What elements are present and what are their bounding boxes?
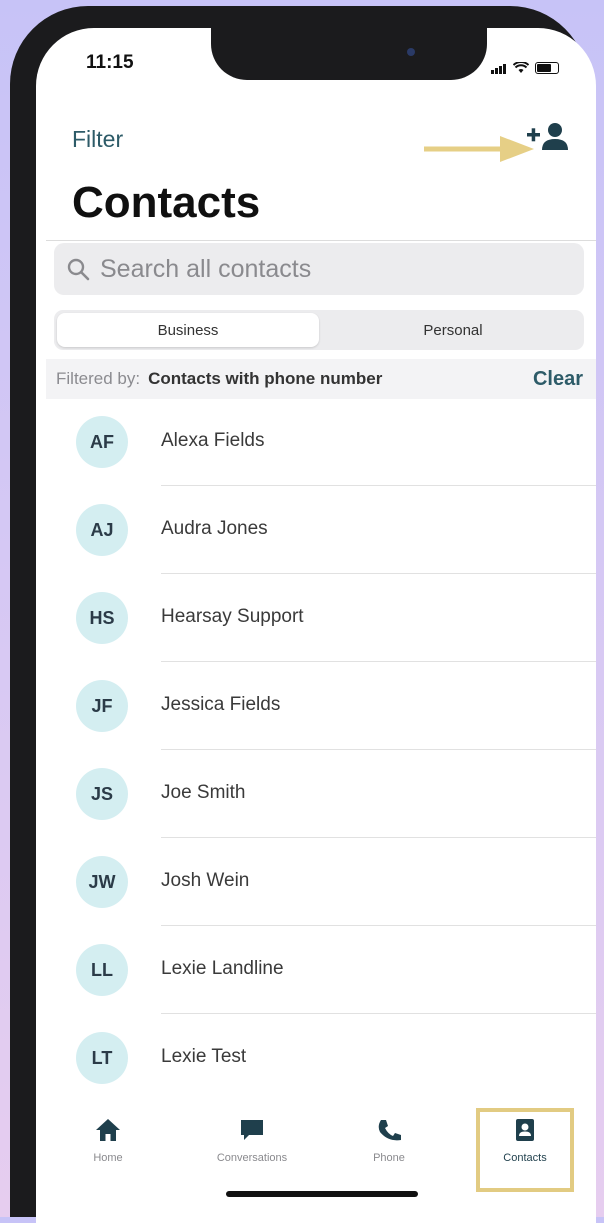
contact-name: Hearsay Support — [161, 606, 304, 627]
avatar: JF — [76, 680, 128, 732]
status-time: 11:15 — [86, 52, 134, 73]
avatar: JS — [76, 768, 128, 820]
status-icons — [491, 56, 559, 74]
segment-business[interactable]: Business — [57, 313, 319, 347]
contact-name: Lexie Test — [161, 1046, 247, 1067]
contact-name: Alexa Fields — [161, 430, 265, 451]
contact-name: Audra Jones — [161, 518, 268, 539]
contact-name: Jessica Fields — [161, 694, 281, 715]
phone-screen: 11:15 Filter Contacts Search all contact… — [36, 28, 596, 1223]
avatar: LL — [76, 944, 128, 996]
annotation-arrow-icon — [424, 136, 534, 162]
search-icon — [67, 258, 90, 281]
filter-label: Filtered by: — [56, 369, 141, 388]
wifi-icon — [513, 62, 529, 73]
search-input[interactable] — [98, 253, 552, 285]
avatar: AF — [76, 416, 128, 468]
segmented-control: Business Personal — [54, 310, 584, 350]
avatar: JW — [76, 856, 128, 908]
search-bar[interactable] — [54, 243, 584, 295]
list-item[interactable]: JS Joe Smith — [36, 750, 596, 838]
tab-label: Conversations — [216, 1152, 288, 1164]
tab-conversations[interactable]: Conversations — [192, 1118, 312, 1164]
list-item[interactable]: AF Alexa Fields — [36, 398, 596, 486]
list-item[interactable]: HS Hearsay Support — [36, 574, 596, 662]
contact-name: Josh Wein — [161, 870, 250, 891]
chat-icon — [241, 1120, 263, 1140]
avatar: AJ — [76, 504, 128, 556]
tab-label: Phone — [373, 1152, 405, 1164]
filter-value: Contacts with phone number — [148, 369, 383, 388]
battery-icon — [535, 62, 559, 74]
list-item[interactable]: JF Jessica Fields — [36, 662, 596, 750]
contact-name: Lexie Landline — [161, 958, 284, 979]
divider — [46, 240, 596, 241]
home-indicator — [226, 1191, 418, 1197]
phone-icon — [378, 1120, 401, 1141]
avatar: HS — [76, 592, 128, 644]
tab-phone[interactable]: Phone — [339, 1118, 439, 1164]
list-item[interactable]: LL Lexie Landline — [36, 926, 596, 1014]
list-item[interactable]: JW Josh Wein — [36, 838, 596, 926]
contact-list: AF Alexa Fields AJ Audra Jones HS Hearsa… — [36, 398, 596, 1102]
contact-name: Joe Smith — [161, 782, 246, 803]
tab-home[interactable]: Home — [58, 1118, 158, 1164]
notch — [211, 28, 487, 80]
home-icon — [96, 1119, 120, 1141]
add-person-icon[interactable] — [524, 120, 572, 156]
segment-personal[interactable]: Personal — [322, 310, 584, 350]
annotation-highlight-box — [476, 1108, 574, 1192]
clear-filter-button[interactable]: Clear — [533, 368, 583, 391]
phone-frame: 11:15 Filter Contacts Search all contact… — [10, 6, 596, 1223]
avatar: LT — [76, 1032, 128, 1084]
filter-button[interactable]: Filter — [72, 126, 123, 153]
list-item[interactable]: AJ Audra Jones — [36, 486, 596, 574]
tab-label: Home — [93, 1152, 123, 1164]
tab-bar: Home Conversations Phone Contacts — [36, 1088, 596, 1223]
filter-bar: Filtered by: Contacts with phone number … — [46, 359, 596, 399]
signal-icon — [491, 56, 507, 74]
page-title: Contacts — [72, 178, 261, 227]
